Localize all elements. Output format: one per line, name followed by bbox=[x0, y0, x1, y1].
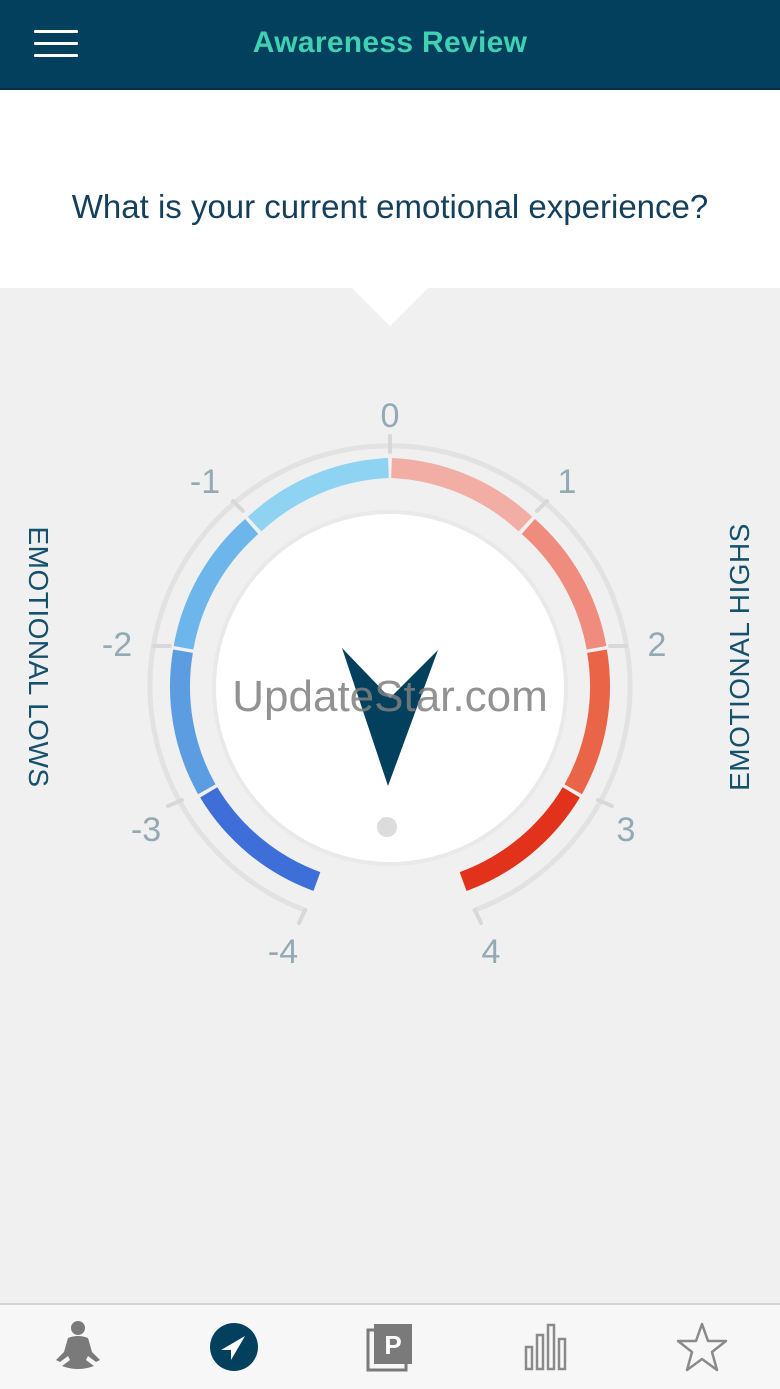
gauge-dial-face[interactable] bbox=[216, 514, 564, 862]
question-text: What is your current emotional experienc… bbox=[71, 188, 709, 225]
scale-label-minus-3: -3 bbox=[131, 811, 161, 849]
journal-p-icon: P bbox=[366, 1324, 412, 1372]
dial-center-dot bbox=[377, 817, 397, 837]
segment-plus-3[interactable] bbox=[564, 649, 611, 795]
page-title: Awareness Review bbox=[252, 26, 528, 59]
scale-label-minus-1: -1 bbox=[190, 463, 220, 501]
scale-label-plus-3: 3 bbox=[617, 811, 636, 849]
nav-stats[interactable] bbox=[468, 1305, 624, 1389]
scale-label-plus-4: 4 bbox=[482, 933, 501, 971]
emotional-highs-label: EMOTIONAL HIGHS bbox=[724, 523, 755, 791]
segment-minus-3[interactable] bbox=[169, 649, 216, 795]
compass-icon bbox=[210, 1323, 258, 1371]
top-bar: Awareness Review bbox=[0, 0, 780, 90]
nav-journal[interactable]: P bbox=[312, 1305, 468, 1389]
nav-favorites[interactable] bbox=[624, 1305, 780, 1389]
scale-label-minus-2: -2 bbox=[102, 626, 132, 664]
emotional-lows-label: EMOTIONAL LOWS bbox=[23, 526, 54, 788]
scale-label-plus-2: 2 bbox=[648, 626, 667, 664]
scale-label-plus-1: 1 bbox=[558, 463, 577, 501]
emotion-gauge[interactable]: -4 -3 -2 -1 0 1 2 3 4 bbox=[0, 288, 780, 988]
meditation-icon bbox=[56, 1321, 100, 1369]
bar-chart-icon bbox=[524, 1323, 567, 1371]
question-panel: What is your current emotional experienc… bbox=[0, 90, 780, 288]
scale-label-zero: 0 bbox=[381, 397, 400, 435]
star-icon bbox=[676, 1322, 728, 1372]
svg-text:P: P bbox=[384, 1330, 401, 1360]
scale-label-minus-4: -4 bbox=[268, 933, 298, 971]
nav-meditation[interactable] bbox=[0, 1305, 156, 1389]
bottom-nav: P bbox=[0, 1303, 780, 1389]
nav-compass[interactable] bbox=[156, 1305, 312, 1389]
